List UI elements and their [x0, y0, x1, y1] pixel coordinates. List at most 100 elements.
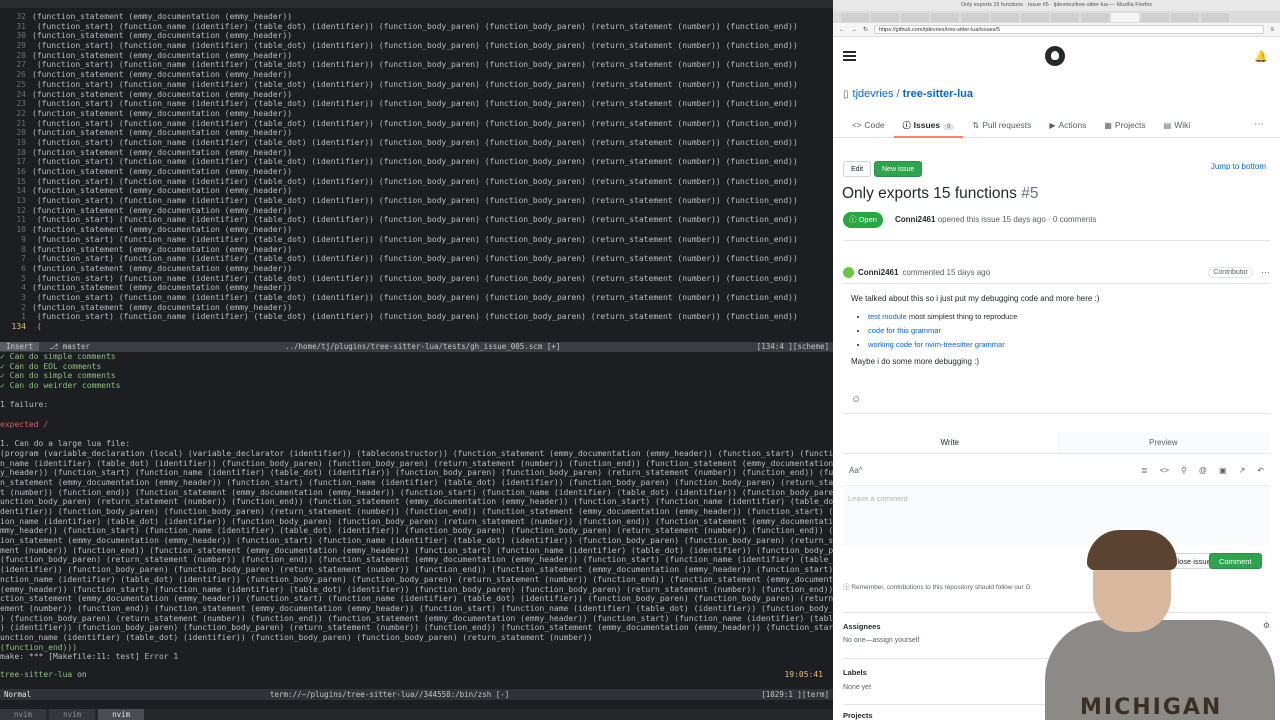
code-line[interactable]: 3 (function_start) (function_name (ident…: [0, 293, 833, 303]
code-line[interactable]: 11 (function_start) (function_name (iden…: [0, 215, 833, 225]
tab-actions[interactable]: ▶ Actions: [1040, 114, 1095, 138]
browser-tab[interactable]: [1051, 12, 1079, 22]
code-line[interactable]: 32 (function_statement (emmy_documentatio…: [0, 12, 833, 22]
line-text: (function_statement (emmy_documentation …: [32, 225, 293, 235]
tab-pull-requests[interactable]: ⇅ Pull requests: [963, 114, 1040, 138]
code-line[interactable]: 24 (function_statement (emmy_documentatio…: [0, 90, 833, 100]
hamburger-icon[interactable]: [843, 51, 856, 61]
tab-issues[interactable]: ⓘ Issues 0: [893, 114, 964, 138]
issue-title: Only exports 15 functions #5: [842, 185, 1038, 203]
browser-tab[interactable]: [1141, 12, 1169, 22]
code-line[interactable]: 10 (function_statement (emmy_documentatio…: [0, 225, 833, 235]
tmux-tab-active[interactable]: nvim: [98, 709, 145, 720]
code-line[interactable]: 1 (function_start) (function_name (ident…: [0, 312, 833, 322]
url-field[interactable]: https://github.com/tjdevries/tree-sitter…: [874, 25, 1265, 34]
code-line[interactable]: 134 (: [0, 322, 833, 332]
contribution-note: ⓘ Remember, contributions to this reposi…: [843, 584, 1031, 591]
forward-icon[interactable]: →: [851, 27, 857, 33]
code-line[interactable]: 9 (function_start) (function_name (ident…: [0, 235, 833, 245]
code-line[interactable]: 13 (function_start) (function_name (iden…: [0, 196, 833, 206]
code-line[interactable]: 27 (function_start) (function_name (iden…: [0, 60, 833, 70]
code-line[interactable]: 26 (function_statement (emmy_documentatio…: [0, 70, 833, 80]
code-line[interactable]: 16 (function_statement (emmy_documentatio…: [0, 167, 833, 177]
comment-link[interactable]: working code for nvim-treesitter grammar: [868, 340, 1005, 349]
chevron-up-icon[interactable]: ^: [859, 466, 863, 475]
notification-bell-icon[interactable]: 🔔: [1254, 50, 1268, 63]
code-line[interactable]: 21 (function_start) (function_name (iden…: [0, 119, 833, 129]
code-line[interactable]: 18 (function_statement (emmy_documentatio…: [0, 148, 833, 158]
edit-button[interactable]: Edit: [843, 161, 872, 177]
code-line[interactable]: 23 (function_start) (function_name (iden…: [0, 99, 833, 109]
tab-code[interactable]: <> Code: [843, 114, 894, 138]
code-line[interactable]: 25 (function_start) (function_name (iden…: [0, 80, 833, 90]
link-icon[interactable]: ⚲: [1181, 466, 1187, 475]
browser-tab[interactable]: [841, 12, 869, 22]
add-reaction-icon[interactable]: ☺: [851, 394, 861, 405]
avatar[interactable]: [843, 266, 854, 278]
reload-icon[interactable]: ↻: [863, 26, 868, 33]
assignees-value[interactable]: No one—assign yourself: [843, 637, 919, 644]
browser-tab[interactable]: [1081, 12, 1109, 22]
code-line[interactable]: 5 (function_start) (function_name (ident…: [0, 274, 833, 284]
menu-icon[interactable]: ≡: [1270, 27, 1274, 33]
code-line[interactable]: 12 (function_statement (emmy_documentatio…: [0, 206, 833, 216]
mention-icon[interactable]: @: [1199, 466, 1207, 475]
code-line[interactable]: 29 (function_start) (function_name (iden…: [0, 41, 833, 51]
browser-tab[interactable]: [901, 12, 929, 22]
author-link[interactable]: Conni2461: [895, 215, 935, 224]
kebab-icon[interactable]: ⋯: [1254, 114, 1280, 137]
code-line[interactable]: 8 (function_statement (emmy_documentation…: [0, 245, 833, 255]
code-line[interactable]: 30 (function_statement (emmy_documentatio…: [0, 31, 833, 41]
code-line[interactable]: 31 (function_start) (function_name (iden…: [0, 22, 833, 32]
list-icon[interactable]: ≣: [1141, 466, 1148, 475]
browser-tab[interactable]: [871, 12, 899, 22]
shell-prompt[interactable]: tree-sitter-lua on 19:05:41: [0, 670, 833, 680]
browser-tab-active[interactable]: [1111, 12, 1139, 22]
repo-owner-link[interactable]: tjdevries: [853, 88, 894, 100]
browser-tab[interactable]: [1021, 12, 1049, 22]
test-output[interactable]: ✓ Can do simple comments ✓ Can do EOL com…: [0, 352, 833, 662]
code-line[interactable]: 7 (function_start) (function_name (ident…: [0, 254, 833, 264]
terminal-window[interactable]: 32 (function_statement (emmy_documentatio…: [0, 0, 833, 720]
comment-intro: We talked about this so i just put my de…: [851, 294, 1100, 303]
line-number: 9: [21, 234, 26, 244]
code-line[interactable]: 19 (function_start) (function_name (iden…: [0, 138, 833, 148]
image-icon[interactable]: ▣: [1219, 466, 1227, 475]
code-line[interactable]: 17 (function_start) (function_name (iden…: [0, 157, 833, 167]
code-line[interactable]: 6 (function_statement (emmy_documentation…: [0, 264, 833, 274]
tab-projects[interactable]: ▦ Projects: [1095, 114, 1154, 138]
tab-preview[interactable]: Preview: [1056, 432, 1270, 453]
new-issue-button[interactable]: New issue: [874, 161, 923, 177]
browser-tab[interactable]: [1201, 12, 1229, 22]
browser-tab[interactable]: [961, 12, 989, 22]
code-line[interactable]: 4 (function_statement (emmy_documentation…: [0, 283, 833, 293]
code-icon[interactable]: <>: [1160, 466, 1169, 475]
reply-icon[interactable]: ↶: [1257, 466, 1264, 475]
code-line[interactable]: 14 (function_statement (emmy_documentatio…: [0, 186, 833, 196]
code-line[interactable]: 15 (function_start) (function_name (iden…: [0, 177, 833, 187]
browser-tab[interactable]: [1171, 12, 1199, 22]
comment-link[interactable]: code for this grammar: [868, 326, 941, 335]
tmux-tab[interactable]: nvim: [49, 709, 96, 720]
tab-write[interactable]: Write: [843, 432, 1057, 453]
repo-name-link[interactable]: tree-sitter-lua: [903, 88, 973, 100]
browser-tab[interactable]: [991, 12, 1019, 22]
output-line: unction_name (identifier) (table_dot) (i…: [0, 632, 593, 642]
comment-link[interactable]: test module: [868, 312, 907, 321]
comment-author-link[interactable]: Conni2461: [858, 268, 898, 277]
line-number: 134: [11, 322, 26, 331]
kebab-icon[interactable]: ⋯: [1261, 267, 1270, 278]
code-line[interactable]: 28 (function_statement (emmy_documentatio…: [0, 51, 833, 61]
reference-icon[interactable]: ↗: [1239, 466, 1246, 475]
code-line[interactable]: 2 (function_statement (emmy_documentation…: [0, 303, 833, 313]
browser-tab[interactable]: [931, 12, 959, 22]
text-size-button[interactable]: Aa: [849, 466, 859, 475]
jump-to-bottom-link[interactable]: Jump to bottom: [1211, 162, 1266, 171]
tmux-tab[interactable]: nvim: [0, 709, 47, 720]
github-logo-icon[interactable]: [1045, 46, 1066, 66]
code-line[interactable]: 22 (function_statement (emmy_documentatio…: [0, 109, 833, 119]
back-icon[interactable]: ←: [839, 27, 845, 33]
code-line[interactable]: 20 (function_statement (emmy_documentatio…: [0, 128, 833, 138]
tab-wiki[interactable]: ▤ Wiki: [1155, 114, 1200, 138]
editor-buffer[interactable]: 32 (function_statement (emmy_documentatio…: [0, 12, 833, 332]
